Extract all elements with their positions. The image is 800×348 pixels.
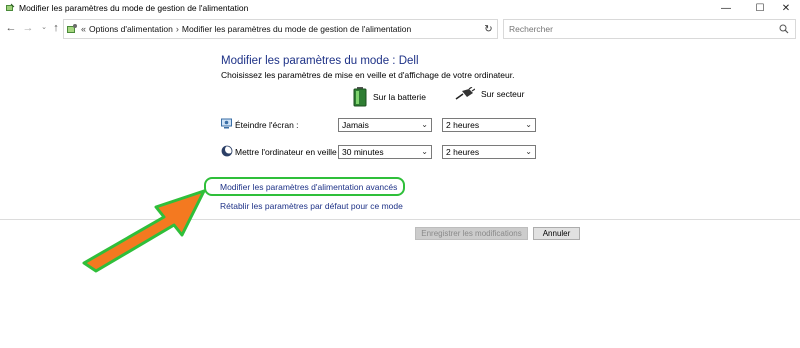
arrow-annotation-icon [82,189,206,273]
title-bar: Modifier les paramètres du mode de gesti… [0,0,800,16]
maximize-button[interactable]: ☐ [746,0,774,16]
window: Modifier les paramètres du mode de gesti… [0,0,800,348]
close-button[interactable]: ✕ [772,0,800,16]
chevron-down-icon: ⌄ [525,120,532,129]
sleep-battery-value: 30 minutes [342,147,384,157]
control-panel-icon [67,24,77,33]
search-box[interactable] [503,19,796,39]
breadcrumb-separator: › [175,24,179,34]
battery-icon [353,87,367,107]
column-plugged-label: Sur secteur [481,89,525,99]
search-input[interactable] [504,24,774,34]
search-icon [779,24,789,34]
chevron-down-icon: ⌄ [525,147,532,156]
page-description: Choisissez les paramètres de mise en vei… [221,70,515,80]
refresh-icon[interactable]: ↻ [480,19,498,39]
minimize-button[interactable]: — [712,0,740,16]
screen-off-battery-value: Jamais [342,120,369,130]
page-title: Modifier les paramètres du mode : Dell [221,55,419,67]
sleep-plugged-select[interactable]: 2 heures ⌄ [442,145,536,159]
restore-defaults-link[interactable]: Rétablir les paramètres par défaut pour … [220,201,403,211]
navigation-bar: ← → ⌄ ↑ « Options d'alimentation › Modif… [0,18,800,40]
column-battery: Sur la batterie [353,87,426,107]
highlight-annotation [204,177,405,196]
screen-off-plugged-value: 2 heures [446,120,480,130]
column-plugged: Sur secteur [455,87,524,101]
up-arrow-icon[interactable]: ↑ [50,22,62,34]
screen-off-plugged-select[interactable]: 2 heures ⌄ [442,118,536,132]
column-battery-label: Sur la batterie [373,92,426,102]
screen-off-battery-select[interactable]: Jamais ⌄ [338,118,432,132]
history-dropdown-icon[interactable]: ⌄ [38,22,50,34]
sleep-moon-icon [221,145,233,157]
chevron-down-icon: ⌄ [421,147,428,156]
sleep-battery-select[interactable]: 30 minutes ⌄ [338,145,432,159]
sleep-label: Mettre l'ordinateur en veille : [235,147,342,157]
address-bar[interactable]: « Options d'alimentation › Modifier les … [63,19,481,39]
power-options-icon [6,3,15,11]
cancel-button[interactable]: Annuler [533,227,580,240]
breadcrumb-power-options[interactable]: Options d'alimentation [89,24,173,34]
power-plug-icon [455,87,475,100]
forward-arrow-icon[interactable]: → [22,22,34,34]
sleep-plugged-value: 2 heures [446,147,480,157]
breadcrumb-current[interactable]: Modifier les paramètres du mode de gesti… [182,24,411,34]
screen-off-label: Éteindre l'écran : [235,120,299,130]
back-arrow-icon[interactable]: ← [5,22,17,34]
window-title: Modifier les paramètres du mode de gesti… [19,3,249,13]
monitor-icon [221,118,232,129]
save-button[interactable]: Enregistrer les modifications [415,227,528,240]
chevron-down-icon: ⌄ [421,120,428,129]
breadcrumb-overflow[interactable]: « [81,24,86,34]
